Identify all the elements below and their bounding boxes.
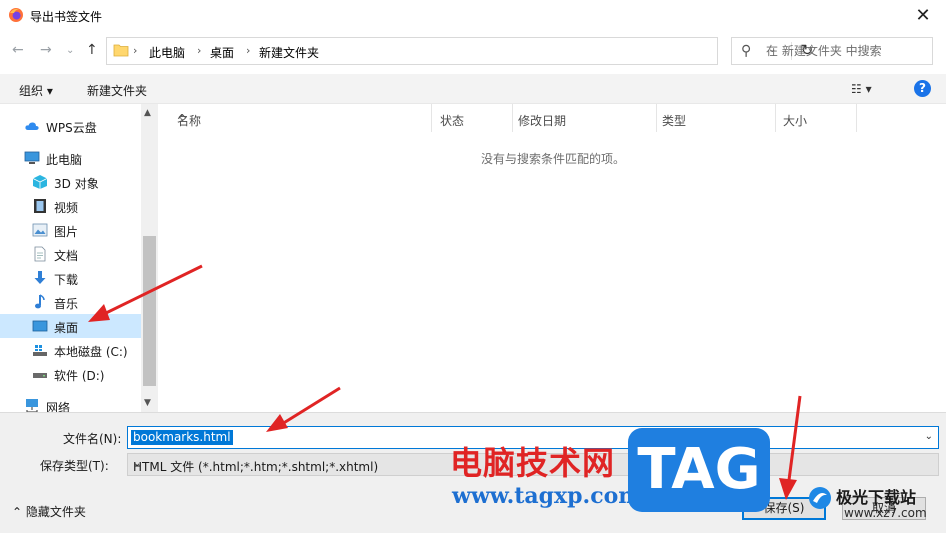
breadcrumb-desktop[interactable]: 桌面 — [210, 44, 234, 61]
sidebar-item-label: 图片 — [54, 225, 79, 239]
scroll-up-icon[interactable]: ▲ — [144, 108, 151, 118]
sidebar-item-3d-objects[interactable]: 3D 对象 — [0, 170, 141, 194]
sidebar-item-local-disk-c[interactable]: 本地磁盘 (C:) — [0, 338, 141, 362]
window-title: 导出书签文件 — [30, 10, 103, 24]
empty-folder-message: 没有与搜索条件匹配的项。 — [481, 152, 626, 166]
video-icon — [34, 199, 46, 213]
cube-icon — [32, 175, 48, 189]
sidebar-item-label: 文档 — [54, 249, 79, 263]
firefox-icon — [9, 8, 23, 22]
sidebar-item-label: 本地磁盘 (C:) — [54, 345, 128, 359]
sidebar-item-downloads[interactable]: 下载 — [0, 266, 141, 290]
breadcrumb-this-pc[interactable]: 此电脑 — [149, 44, 185, 61]
address-bar[interactable]: › 此电脑 › 桌面 › 新建文件夹 ⌄ ↻ — [106, 37, 813, 65]
sidebar-item-label: 音乐 — [54, 297, 79, 311]
sidebar-item-software-d[interactable]: 软件 (D:) — [0, 362, 141, 386]
sidebar-item-documents[interactable]: 文档 — [0, 242, 141, 266]
sidebar-item-label: 软件 (D:) — [54, 369, 105, 383]
sidebar-item-desktop[interactable]: 桌面 — [0, 314, 141, 338]
chevron-down-icon[interactable]: ⌄ — [925, 431, 933, 442]
sidebar-item-label: 此电脑 — [46, 153, 83, 167]
sidebar-scrollbar[interactable]: ▲ ▼ — [141, 104, 158, 412]
hide-folders-toggle[interactable]: ⌃ 隐藏文件夹 — [12, 503, 86, 520]
breadcrumb-separator: › — [197, 44, 202, 57]
windows-drive-icon — [33, 345, 47, 356]
command-toolbar: 组织 ▾ 新建文件夹 ☷ ▾ ? — [0, 74, 946, 104]
sidebar-item-music[interactable]: 音乐 — [0, 290, 141, 314]
document-icon — [34, 246, 46, 262]
cancel-button[interactable]: 取消 — [842, 497, 926, 520]
save-options-panel: 文件名(N): bookmarks.html ⌄ 保存类型(T): HTML 文… — [0, 412, 946, 533]
search-box[interactable]: ⚲ — [731, 37, 933, 65]
organize-menu[interactable]: 组织 ▾ — [19, 82, 53, 99]
computer-icon — [24, 151, 40, 164]
breadcrumb-new-folder[interactable]: 新建文件夹 — [259, 44, 319, 61]
download-icon — [34, 271, 46, 284]
help-icon[interactable]: ? — [914, 80, 931, 97]
filetype-label: 保存类型(T): — [40, 459, 109, 473]
desktop-icon — [32, 320, 48, 332]
navigation-pane: WPS云盘 此电脑 3D 对象 视频 图片 文档 下载 音乐 桌面 本地磁盘 (… — [0, 104, 158, 415]
title-bar: 导出书签文件 ✕ — [0, 0, 946, 31]
drive-icon — [33, 373, 47, 378]
column-header-date-modified[interactable]: 修改日期 — [513, 104, 657, 132]
new-folder-button[interactable]: 新建文件夹 — [87, 82, 147, 99]
sidebar-item-label: 桌面 — [54, 321, 79, 335]
column-label: 大小 — [783, 114, 808, 128]
recent-locations-button[interactable]: ⌄ — [66, 45, 74, 56]
column-header-type[interactable]: 类型 — [657, 104, 776, 132]
pictures-icon — [32, 223, 48, 237]
cloud-icon — [25, 122, 39, 130]
column-header-status[interactable]: 状态 — [432, 104, 513, 132]
search-icon: ⚲ — [741, 43, 752, 59]
search-input[interactable] — [766, 42, 926, 60]
breadcrumb-separator: › — [246, 44, 251, 57]
scrollbar-thumb[interactable] — [143, 236, 156, 386]
scroll-down-icon[interactable]: ▼ — [144, 398, 151, 408]
up-button[interactable]: ↑ — [86, 42, 98, 58]
sidebar-item-label: WPS云盘 — [46, 121, 97, 135]
column-label: 状态 — [440, 114, 465, 128]
filename-field[interactable]: bookmarks.html ⌄ — [127, 426, 939, 449]
sidebar-item-this-pc[interactable]: 此电脑 — [0, 146, 141, 170]
sidebar-item-pictures[interactable]: 图片 — [0, 218, 141, 242]
save-button[interactable]: 保存(S) — [742, 497, 826, 520]
filename-value[interactable]: bookmarks.html — [131, 430, 233, 445]
filetype-select[interactable]: HTML 文件 (*.html;*.htm;*.shtml;*.xhtml) ⌄ — [127, 453, 939, 476]
column-header-size[interactable]: 大小 — [776, 104, 857, 132]
file-list: 名称 ^ 状态 修改日期 类型 大小 没有与搜索条件匹配的项。 — [159, 104, 946, 412]
column-label: 修改日期 — [518, 114, 567, 128]
back-button[interactable]: ← — [12, 42, 24, 58]
sidebar-item-label: 下载 — [54, 273, 79, 287]
sort-ascending-icon: ^ — [177, 112, 188, 126]
sidebar-item-label: 视频 — [54, 201, 79, 215]
sidebar-item-label: 3D 对象 — [54, 177, 99, 191]
column-label: 类型 — [662, 114, 687, 128]
chevron-down-icon[interactable]: ⌄ — [133, 458, 933, 469]
folder-icon — [113, 44, 129, 57]
forward-button[interactable]: → — [40, 42, 52, 58]
sidebar-item-wps-cloud[interactable]: WPS云盘 — [0, 114, 141, 138]
column-header-name[interactable]: 名称 ^ — [159, 104, 432, 132]
music-icon — [35, 294, 45, 309]
sidebar-item-videos[interactable]: 视频 — [0, 194, 141, 218]
view-options-button[interactable]: ☷ ▾ — [851, 82, 872, 96]
filename-label: 文件名(N): — [63, 432, 122, 446]
close-button[interactable]: ✕ — [900, 0, 946, 31]
breadcrumb-separator: › — [133, 44, 138, 57]
